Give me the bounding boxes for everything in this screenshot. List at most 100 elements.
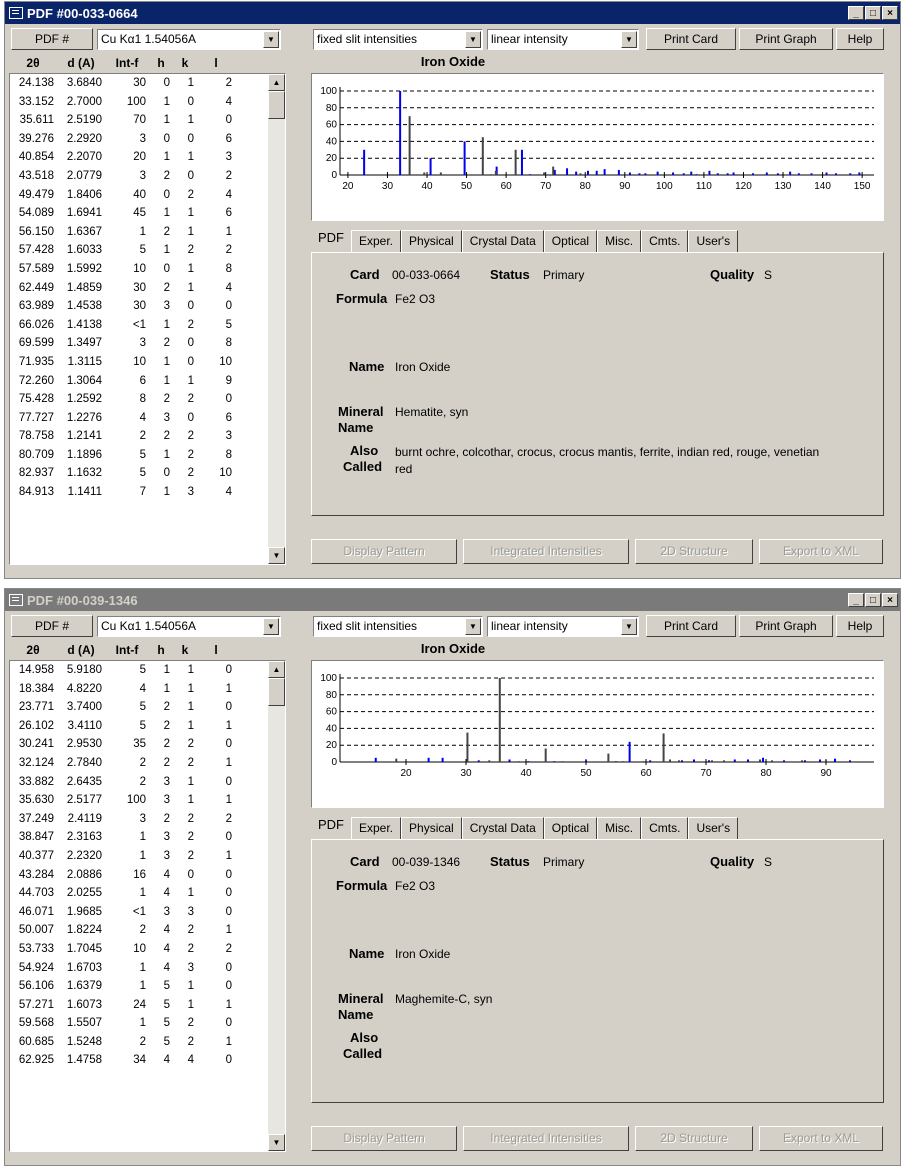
table-row[interactable]: 49.479 1.8406 40 0 2 4 bbox=[10, 186, 285, 205]
table-row[interactable]: 40.854 2.2070 20 1 1 3 bbox=[10, 148, 285, 167]
title-bar[interactable]: PDF #00-033-0664 _ □ × bbox=[5, 2, 900, 24]
chevron-down-icon[interactable]: ▼ bbox=[465, 31, 481, 48]
minimize-button[interactable]: _ bbox=[848, 6, 864, 20]
table-row[interactable]: 18.384 4.8220 4 1 1 1 bbox=[10, 680, 285, 699]
table-row[interactable]: 54.924 1.6703 1 4 3 0 bbox=[10, 959, 285, 978]
table-row[interactable]: 38.847 2.3163 1 3 2 0 bbox=[10, 828, 285, 847]
scroll-thumb[interactable] bbox=[268, 91, 285, 119]
2d-structure-button[interactable]: 2D Structure bbox=[635, 1126, 753, 1151]
pdf-number-button[interactable]: PDF # bbox=[11, 615, 93, 637]
table-scrollbar[interactable]: ▲ ▼ bbox=[268, 74, 285, 564]
tab-pdf[interactable]: PDF bbox=[311, 228, 351, 252]
column-header[interactable]: l bbox=[197, 641, 235, 659]
column-header[interactable]: h bbox=[149, 641, 173, 659]
title-bar[interactable]: PDF #00-039-1346 _ □ × bbox=[5, 589, 900, 611]
table-row[interactable]: 71.935 1.3115 10 1 0 10 bbox=[10, 353, 285, 372]
table-row[interactable]: 54.089 1.6941 45 1 1 6 bbox=[10, 204, 285, 223]
print-graph-button[interactable]: Print Graph bbox=[739, 615, 833, 637]
tab-crystal-data[interactable]: Crystal Data bbox=[461, 817, 544, 839]
chevron-down-icon[interactable]: ▼ bbox=[263, 31, 279, 48]
table-row[interactable]: 66.026 1.4138 <1 1 2 5 bbox=[10, 316, 285, 335]
table-row[interactable]: 35.611 2.5190 70 1 1 0 bbox=[10, 111, 285, 130]
tab-pdf[interactable]: PDF bbox=[311, 815, 351, 839]
table-row[interactable]: 43.284 2.0886 16 4 0 0 bbox=[10, 866, 285, 885]
table-row[interactable]: 44.703 2.0255 1 4 1 0 bbox=[10, 884, 285, 903]
tab-optical[interactable]: Optical bbox=[543, 817, 598, 839]
table-row[interactable]: 60.685 1.5248 2 5 2 1 bbox=[10, 1033, 285, 1052]
tab-cmts[interactable]: Cmts. bbox=[641, 230, 689, 252]
column-header[interactable]: 2θ bbox=[9, 641, 57, 659]
table-row[interactable]: 78.758 1.2141 2 2 2 3 bbox=[10, 427, 285, 446]
table-row[interactable]: 40.377 2.2320 1 3 2 1 bbox=[10, 847, 285, 866]
scroll-down-arrow-icon[interactable]: ▼ bbox=[268, 1134, 285, 1151]
tab-misc[interactable]: Misc. bbox=[597, 230, 642, 252]
table-row[interactable]: 80.709 1.1896 5 1 2 8 bbox=[10, 446, 285, 465]
tab-cmts[interactable]: Cmts. bbox=[641, 817, 689, 839]
table-row[interactable]: 69.599 1.3497 3 2 0 8 bbox=[10, 334, 285, 353]
table-row[interactable]: 57.428 1.6033 5 1 2 2 bbox=[10, 241, 285, 260]
radiation-dropdown[interactable]: Cu Kα1 1.54056A ▼ bbox=[97, 29, 281, 50]
table-row[interactable]: 63.989 1.4538 30 3 0 0 bbox=[10, 297, 285, 316]
table-row[interactable]: 50.007 1.8224 2 4 2 1 bbox=[10, 921, 285, 940]
tab-optical[interactable]: Optical bbox=[543, 230, 598, 252]
column-header[interactable]: Int-f bbox=[105, 54, 149, 72]
display-pattern-button[interactable]: Display Pattern bbox=[311, 1126, 457, 1151]
table-row[interactable]: 30.241 2.9530 35 2 2 0 bbox=[10, 735, 285, 754]
scroll-up-arrow-icon[interactable]: ▲ bbox=[268, 74, 285, 91]
integrated-intensities-button[interactable]: Integrated Intensities bbox=[463, 1126, 629, 1151]
tab-physical[interactable]: Physical bbox=[401, 230, 462, 252]
table-row[interactable]: 56.106 1.6379 1 5 1 0 bbox=[10, 977, 285, 996]
table-row[interactable]: 77.727 1.2276 4 3 0 6 bbox=[10, 409, 285, 428]
column-header[interactable]: 2θ bbox=[9, 54, 57, 72]
table-row[interactable]: 37.249 2.4119 3 2 2 2 bbox=[10, 810, 285, 829]
tab-user-s[interactable]: User's bbox=[688, 230, 739, 252]
intensity-mode-dropdown[interactable]: fixed slit intensities ▼ bbox=[313, 616, 483, 637]
intensity-scale-dropdown[interactable]: linear intensity ▼ bbox=[487, 616, 639, 637]
integrated-intensities-button[interactable]: Integrated Intensities bbox=[463, 539, 629, 564]
table-row[interactable]: 43.518 2.0779 3 2 0 2 bbox=[10, 167, 285, 186]
table-row[interactable]: 57.271 1.6073 24 5 1 1 bbox=[10, 996, 285, 1015]
tab-user-s[interactable]: User's bbox=[688, 817, 739, 839]
export-to-xml-button[interactable]: Export to XML bbox=[759, 539, 883, 564]
table-row[interactable]: 46.071 1.9685 <1 3 3 0 bbox=[10, 903, 285, 922]
column-header[interactable]: l bbox=[197, 54, 235, 72]
intensity-scale-dropdown[interactable]: linear intensity ▼ bbox=[487, 29, 639, 50]
table-row[interactable]: 62.449 1.4859 30 2 1 4 bbox=[10, 279, 285, 298]
column-header[interactable]: d (A) bbox=[57, 641, 105, 659]
table-row[interactable]: 23.771 3.7400 5 2 1 0 bbox=[10, 698, 285, 717]
peak-table[interactable]: 24.138 3.6840 30 0 1 2 33.152 2.7000 100 1 0 4 35.61… bbox=[9, 73, 286, 565]
table-row[interactable]: 53.733 1.7045 10 4 2 2 bbox=[10, 940, 285, 959]
chevron-down-icon[interactable]: ▼ bbox=[621, 618, 637, 635]
table-row[interactable]: 26.102 3.4110 5 2 1 1 bbox=[10, 717, 285, 736]
table-row[interactable]: 33.152 2.7000 100 1 0 4 bbox=[10, 93, 285, 112]
close-button[interactable]: × bbox=[882, 6, 898, 20]
table-row[interactable]: 82.937 1.1632 5 0 2 10 bbox=[10, 464, 285, 483]
chevron-down-icon[interactable]: ▼ bbox=[263, 618, 279, 635]
table-row[interactable]: 62.925 1.4758 34 4 4 0 bbox=[10, 1051, 285, 1070]
tab-physical[interactable]: Physical bbox=[401, 817, 462, 839]
maximize-button[interactable]: □ bbox=[865, 593, 881, 607]
minimize-button[interactable]: _ bbox=[848, 593, 864, 607]
radiation-dropdown[interactable]: Cu Kα1 1.54056A ▼ bbox=[97, 616, 281, 637]
table-row[interactable]: 35.630 2.5177 100 3 1 1 bbox=[10, 791, 285, 810]
table-row[interactable]: 39.276 2.2920 3 0 0 6 bbox=[10, 130, 285, 149]
table-row[interactable]: 56.150 1.6367 1 2 1 1 bbox=[10, 223, 285, 242]
column-header[interactable]: k bbox=[173, 54, 197, 72]
help-button[interactable]: Help bbox=[836, 615, 884, 637]
2d-structure-button[interactable]: 2D Structure bbox=[635, 539, 753, 564]
table-row[interactable]: 57.589 1.5992 10 0 1 8 bbox=[10, 260, 285, 279]
table-row[interactable]: 59.568 1.5507 1 5 2 0 bbox=[10, 1014, 285, 1033]
chevron-down-icon[interactable]: ▼ bbox=[465, 618, 481, 635]
scroll-thumb[interactable] bbox=[268, 678, 285, 706]
table-scrollbar[interactable]: ▲ ▼ bbox=[268, 661, 285, 1151]
help-button[interactable]: Help bbox=[836, 28, 884, 50]
print-card-button[interactable]: Print Card bbox=[646, 28, 736, 50]
print-card-button[interactable]: Print Card bbox=[646, 615, 736, 637]
column-header[interactable]: k bbox=[173, 641, 197, 659]
scroll-up-arrow-icon[interactable]: ▲ bbox=[268, 661, 285, 678]
display-pattern-button[interactable]: Display Pattern bbox=[311, 539, 457, 564]
scroll-down-arrow-icon[interactable]: ▼ bbox=[268, 547, 285, 564]
tab-crystal-data[interactable]: Crystal Data bbox=[461, 230, 544, 252]
tab-exper[interactable]: Exper. bbox=[351, 817, 402, 839]
column-header[interactable]: Int-f bbox=[105, 641, 149, 659]
